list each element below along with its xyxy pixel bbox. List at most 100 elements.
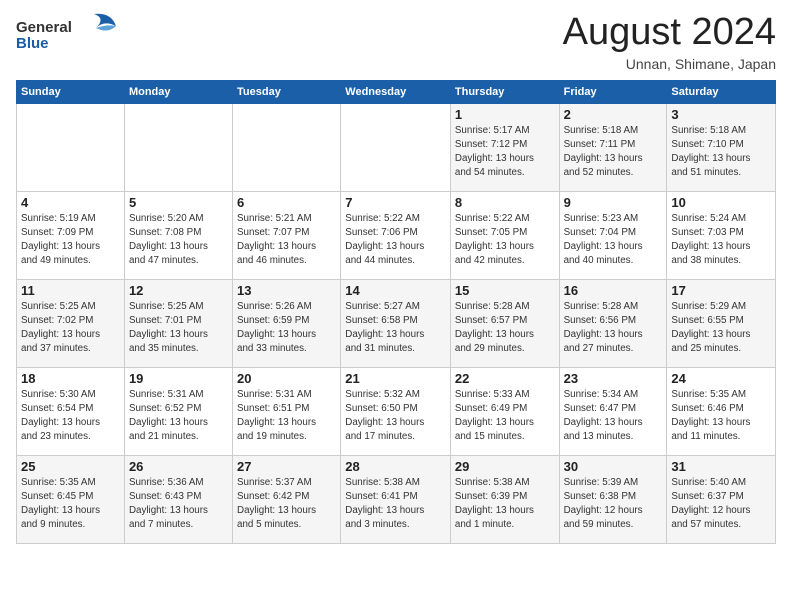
day-number: 16 bbox=[564, 283, 663, 298]
week-row-5: 25 Sunrise: 5:35 AM Sunset: 6:45 PM Dayli… bbox=[17, 455, 776, 543]
day-info: Sunrise: 5:25 AM Sunset: 7:02 PM Dayligh… bbox=[21, 300, 120, 357]
logo-svg: General Blue bbox=[16, 12, 126, 56]
week-row-1: 1 Sunrise: 5:17 AM Sunset: 7:12 PM Daylig… bbox=[17, 103, 776, 191]
day-number: 19 bbox=[129, 371, 228, 386]
calendar-cell: 26Sunrise: 5:36 AM Sunset: 6:43 PM Dayli… bbox=[124, 455, 232, 543]
day-info: Sunrise: 5:34 AM Sunset: 6:47 PM Dayligh… bbox=[564, 388, 663, 445]
day-number: 10 bbox=[671, 195, 771, 210]
day-number: 21 bbox=[345, 371, 446, 386]
page-container: General Blue August 2024 Unnan, Shimane,… bbox=[0, 0, 792, 552]
calendar-cell: 3 Sunrise: 5:18 AM Sunset: 7:10 PM Daylig… bbox=[667, 103, 776, 191]
calendar-cell: 19 Sunrise: 5:31 AM Sunset: 6:52 PM Dayli… bbox=[124, 367, 232, 455]
calendar-cell: 27Sunrise: 5:37 AM Sunset: 6:42 PM Dayli… bbox=[233, 455, 341, 543]
day-info: Sunrise: 5:24 AM Sunset: 7:03 PM Dayligh… bbox=[671, 212, 771, 269]
day-info: Sunrise: 5:18 AM Sunset: 7:10 PM Dayligh… bbox=[671, 124, 771, 181]
day-number: 25 bbox=[21, 459, 120, 474]
day-number: 29 bbox=[455, 459, 555, 474]
day-number: 6 bbox=[237, 195, 336, 210]
calendar-cell: 20 Sunrise: 5:31 AM Sunset: 6:51 PM Dayli… bbox=[233, 367, 341, 455]
day-number: 8 bbox=[455, 195, 555, 210]
calendar-cell: 11Sunrise: 5:25 AM Sunset: 7:02 PM Dayli… bbox=[17, 279, 125, 367]
calendar-table: SundayMondayTuesdayWednesdayThursdayFrid… bbox=[16, 80, 776, 544]
day-number: 2 bbox=[564, 107, 663, 122]
calendar-cell: 4 Sunrise: 5:19 AM Sunset: 7:09 PM Daylig… bbox=[17, 191, 125, 279]
day-info: Sunrise: 5:35 AM Sunset: 6:45 PM Dayligh… bbox=[21, 476, 120, 533]
week-row-4: 18 Sunrise: 5:30 AM Sunset: 6:54 PM Dayli… bbox=[17, 367, 776, 455]
title-block: August 2024 Unnan, Shimane, Japan bbox=[563, 12, 776, 72]
day-info: Sunrise: 5:32 AM Sunset: 6:50 PM Dayligh… bbox=[345, 388, 446, 445]
calendar-cell: 7 Sunrise: 5:22 AM Sunset: 7:06 PM Daylig… bbox=[341, 191, 451, 279]
month-title: August 2024 bbox=[563, 12, 776, 54]
day-number: 1 bbox=[455, 107, 555, 122]
day-number: 13 bbox=[237, 283, 336, 298]
day-info: Sunrise: 5:22 AM Sunset: 7:05 PM Dayligh… bbox=[455, 212, 555, 269]
week-row-3: 11Sunrise: 5:25 AM Sunset: 7:02 PM Dayli… bbox=[17, 279, 776, 367]
day-info: Sunrise: 5:26 AM Sunset: 6:59 PM Dayligh… bbox=[237, 300, 336, 357]
location: Unnan, Shimane, Japan bbox=[563, 56, 776, 72]
day-number: 14 bbox=[345, 283, 446, 298]
calendar-cell: 15 Sunrise: 5:28 AM Sunset: 6:57 PM Dayli… bbox=[450, 279, 559, 367]
day-number: 4 bbox=[21, 195, 120, 210]
day-number: 12 bbox=[129, 283, 228, 298]
day-info: Sunrise: 5:18 AM Sunset: 7:11 PM Dayligh… bbox=[564, 124, 663, 181]
calendar-cell: 31Sunrise: 5:40 AM Sunset: 6:37 PM Dayli… bbox=[667, 455, 776, 543]
calendar-cell: 28 Sunrise: 5:38 AM Sunset: 6:41 PM Dayli… bbox=[341, 455, 451, 543]
day-info: Sunrise: 5:28 AM Sunset: 6:56 PM Dayligh… bbox=[564, 300, 663, 357]
day-number: 22 bbox=[455, 371, 555, 386]
svg-text:Blue: Blue bbox=[16, 35, 49, 52]
day-info: Sunrise: 5:38 AM Sunset: 6:39 PM Dayligh… bbox=[455, 476, 555, 533]
calendar-cell bbox=[124, 103, 232, 191]
day-number: 30 bbox=[564, 459, 663, 474]
day-info: Sunrise: 5:19 AM Sunset: 7:09 PM Dayligh… bbox=[21, 212, 120, 269]
day-info: Sunrise: 5:22 AM Sunset: 7:06 PM Dayligh… bbox=[345, 212, 446, 269]
day-info: Sunrise: 5:38 AM Sunset: 6:41 PM Dayligh… bbox=[345, 476, 446, 533]
calendar-cell: 25 Sunrise: 5:35 AM Sunset: 6:45 PM Dayli… bbox=[17, 455, 125, 543]
weekday-header-wednesday: Wednesday bbox=[341, 80, 451, 103]
weekday-header-tuesday: Tuesday bbox=[233, 80, 341, 103]
day-info: Sunrise: 5:21 AM Sunset: 7:07 PM Dayligh… bbox=[237, 212, 336, 269]
calendar-cell: 18 Sunrise: 5:30 AM Sunset: 6:54 PM Dayli… bbox=[17, 367, 125, 455]
day-info: Sunrise: 5:17 AM Sunset: 7:12 PM Dayligh… bbox=[455, 124, 555, 181]
day-number: 20 bbox=[237, 371, 336, 386]
calendar-cell: 1 Sunrise: 5:17 AM Sunset: 7:12 PM Daylig… bbox=[450, 103, 559, 191]
calendar-cell: 21 Sunrise: 5:32 AM Sunset: 6:50 PM Dayli… bbox=[341, 367, 451, 455]
day-info: Sunrise: 5:33 AM Sunset: 6:49 PM Dayligh… bbox=[455, 388, 555, 445]
header: General Blue August 2024 Unnan, Shimane,… bbox=[16, 12, 776, 72]
day-info: Sunrise: 5:28 AM Sunset: 6:57 PM Dayligh… bbox=[455, 300, 555, 357]
day-info: Sunrise: 5:25 AM Sunset: 7:01 PM Dayligh… bbox=[129, 300, 228, 357]
day-info: Sunrise: 5:31 AM Sunset: 6:52 PM Dayligh… bbox=[129, 388, 228, 445]
day-info: Sunrise: 5:36 AM Sunset: 6:43 PM Dayligh… bbox=[129, 476, 228, 533]
calendar-cell: 16 Sunrise: 5:28 AM Sunset: 6:56 PM Dayli… bbox=[559, 279, 667, 367]
calendar-cell: 30 Sunrise: 5:39 AM Sunset: 6:38 PM Dayli… bbox=[559, 455, 667, 543]
calendar-cell: 17Sunrise: 5:29 AM Sunset: 6:55 PM Dayli… bbox=[667, 279, 776, 367]
day-info: Sunrise: 5:23 AM Sunset: 7:04 PM Dayligh… bbox=[564, 212, 663, 269]
logo: General Blue bbox=[16, 12, 126, 61]
calendar-cell bbox=[233, 103, 341, 191]
day-number: 7 bbox=[345, 195, 446, 210]
calendar-cell: 14Sunrise: 5:27 AM Sunset: 6:58 PM Dayli… bbox=[341, 279, 451, 367]
calendar-cell bbox=[341, 103, 451, 191]
calendar-cell: 8 Sunrise: 5:22 AM Sunset: 7:05 PM Daylig… bbox=[450, 191, 559, 279]
weekday-header-sunday: Sunday bbox=[17, 80, 125, 103]
day-info: Sunrise: 5:37 AM Sunset: 6:42 PM Dayligh… bbox=[237, 476, 336, 533]
day-info: Sunrise: 5:40 AM Sunset: 6:37 PM Dayligh… bbox=[671, 476, 771, 533]
day-number: 9 bbox=[564, 195, 663, 210]
day-info: Sunrise: 5:30 AM Sunset: 6:54 PM Dayligh… bbox=[21, 388, 120, 445]
weekday-header-friday: Friday bbox=[559, 80, 667, 103]
weekday-header-thursday: Thursday bbox=[450, 80, 559, 103]
day-info: Sunrise: 5:31 AM Sunset: 6:51 PM Dayligh… bbox=[237, 388, 336, 445]
calendar-cell: 6 Sunrise: 5:21 AM Sunset: 7:07 PM Daylig… bbox=[233, 191, 341, 279]
day-number: 18 bbox=[21, 371, 120, 386]
day-number: 3 bbox=[671, 107, 771, 122]
weekday-header-monday: Monday bbox=[124, 80, 232, 103]
weekday-header-saturday: Saturday bbox=[667, 80, 776, 103]
calendar-cell: 2 Sunrise: 5:18 AM Sunset: 7:11 PM Daylig… bbox=[559, 103, 667, 191]
calendar-cell: 22 Sunrise: 5:33 AM Sunset: 6:49 PM Dayli… bbox=[450, 367, 559, 455]
calendar-cell: 9 Sunrise: 5:23 AM Sunset: 7:04 PM Daylig… bbox=[559, 191, 667, 279]
calendar-cell: 13 Sunrise: 5:26 AM Sunset: 6:59 PM Dayli… bbox=[233, 279, 341, 367]
day-number: 15 bbox=[455, 283, 555, 298]
calendar-cell: 29 Sunrise: 5:38 AM Sunset: 6:39 PM Dayli… bbox=[450, 455, 559, 543]
calendar-cell bbox=[17, 103, 125, 191]
day-info: Sunrise: 5:39 AM Sunset: 6:38 PM Dayligh… bbox=[564, 476, 663, 533]
day-number: 28 bbox=[345, 459, 446, 474]
